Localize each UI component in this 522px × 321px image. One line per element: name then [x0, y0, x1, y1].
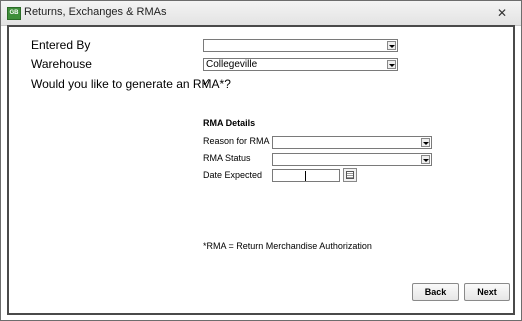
generate-rma-label: Would you like to generate an RMA*? — [31, 77, 231, 91]
generate-rma-checkbox[interactable]: ✓ — [202, 76, 211, 89]
rma-details-heading: RMA Details — [203, 118, 256, 128]
window-title: Returns, Exchanges & RMAs — [24, 6, 167, 18]
calendar-icon — [346, 171, 354, 179]
warehouse-value: Collegeville — [206, 59, 258, 70]
chevron-down-icon[interactable] — [387, 60, 396, 69]
rma-status-select[interactable] — [272, 153, 432, 166]
close-icon[interactable]: ✕ — [497, 6, 507, 20]
chevron-down-icon[interactable] — [421, 138, 430, 147]
app-icon: GB — [7, 7, 21, 20]
date-separator — [305, 171, 306, 181]
entered-by-label: Entered By — [31, 38, 91, 52]
chevron-down-icon[interactable] — [387, 41, 396, 50]
date-expected-label: Date Expected — [203, 170, 263, 180]
warehouse-label: Warehouse — [31, 57, 92, 71]
entered-by-select[interactable] — [203, 39, 398, 52]
back-button[interactable]: Back — [412, 283, 459, 301]
date-expected-input[interactable] — [272, 169, 340, 182]
title-bar: GB Returns, Exchanges & RMAs ✕ — [1, 1, 521, 26]
reason-select[interactable] — [272, 136, 432, 149]
returns-window: GB Returns, Exchanges & RMAs ✕ Entered B… — [0, 0, 522, 321]
calendar-button[interactable] — [343, 168, 357, 182]
form-panel: Entered By Warehouse Collegeville Would … — [7, 25, 515, 315]
rma-footnote: *RMA = Return Merchandise Authorization — [203, 241, 372, 251]
reason-label: Reason for RMA — [203, 136, 270, 146]
warehouse-select[interactable]: Collegeville — [203, 58, 398, 71]
chevron-down-icon[interactable] — [421, 155, 430, 164]
next-button[interactable]: Next — [464, 283, 510, 301]
rma-status-label: RMA Status — [203, 153, 251, 163]
